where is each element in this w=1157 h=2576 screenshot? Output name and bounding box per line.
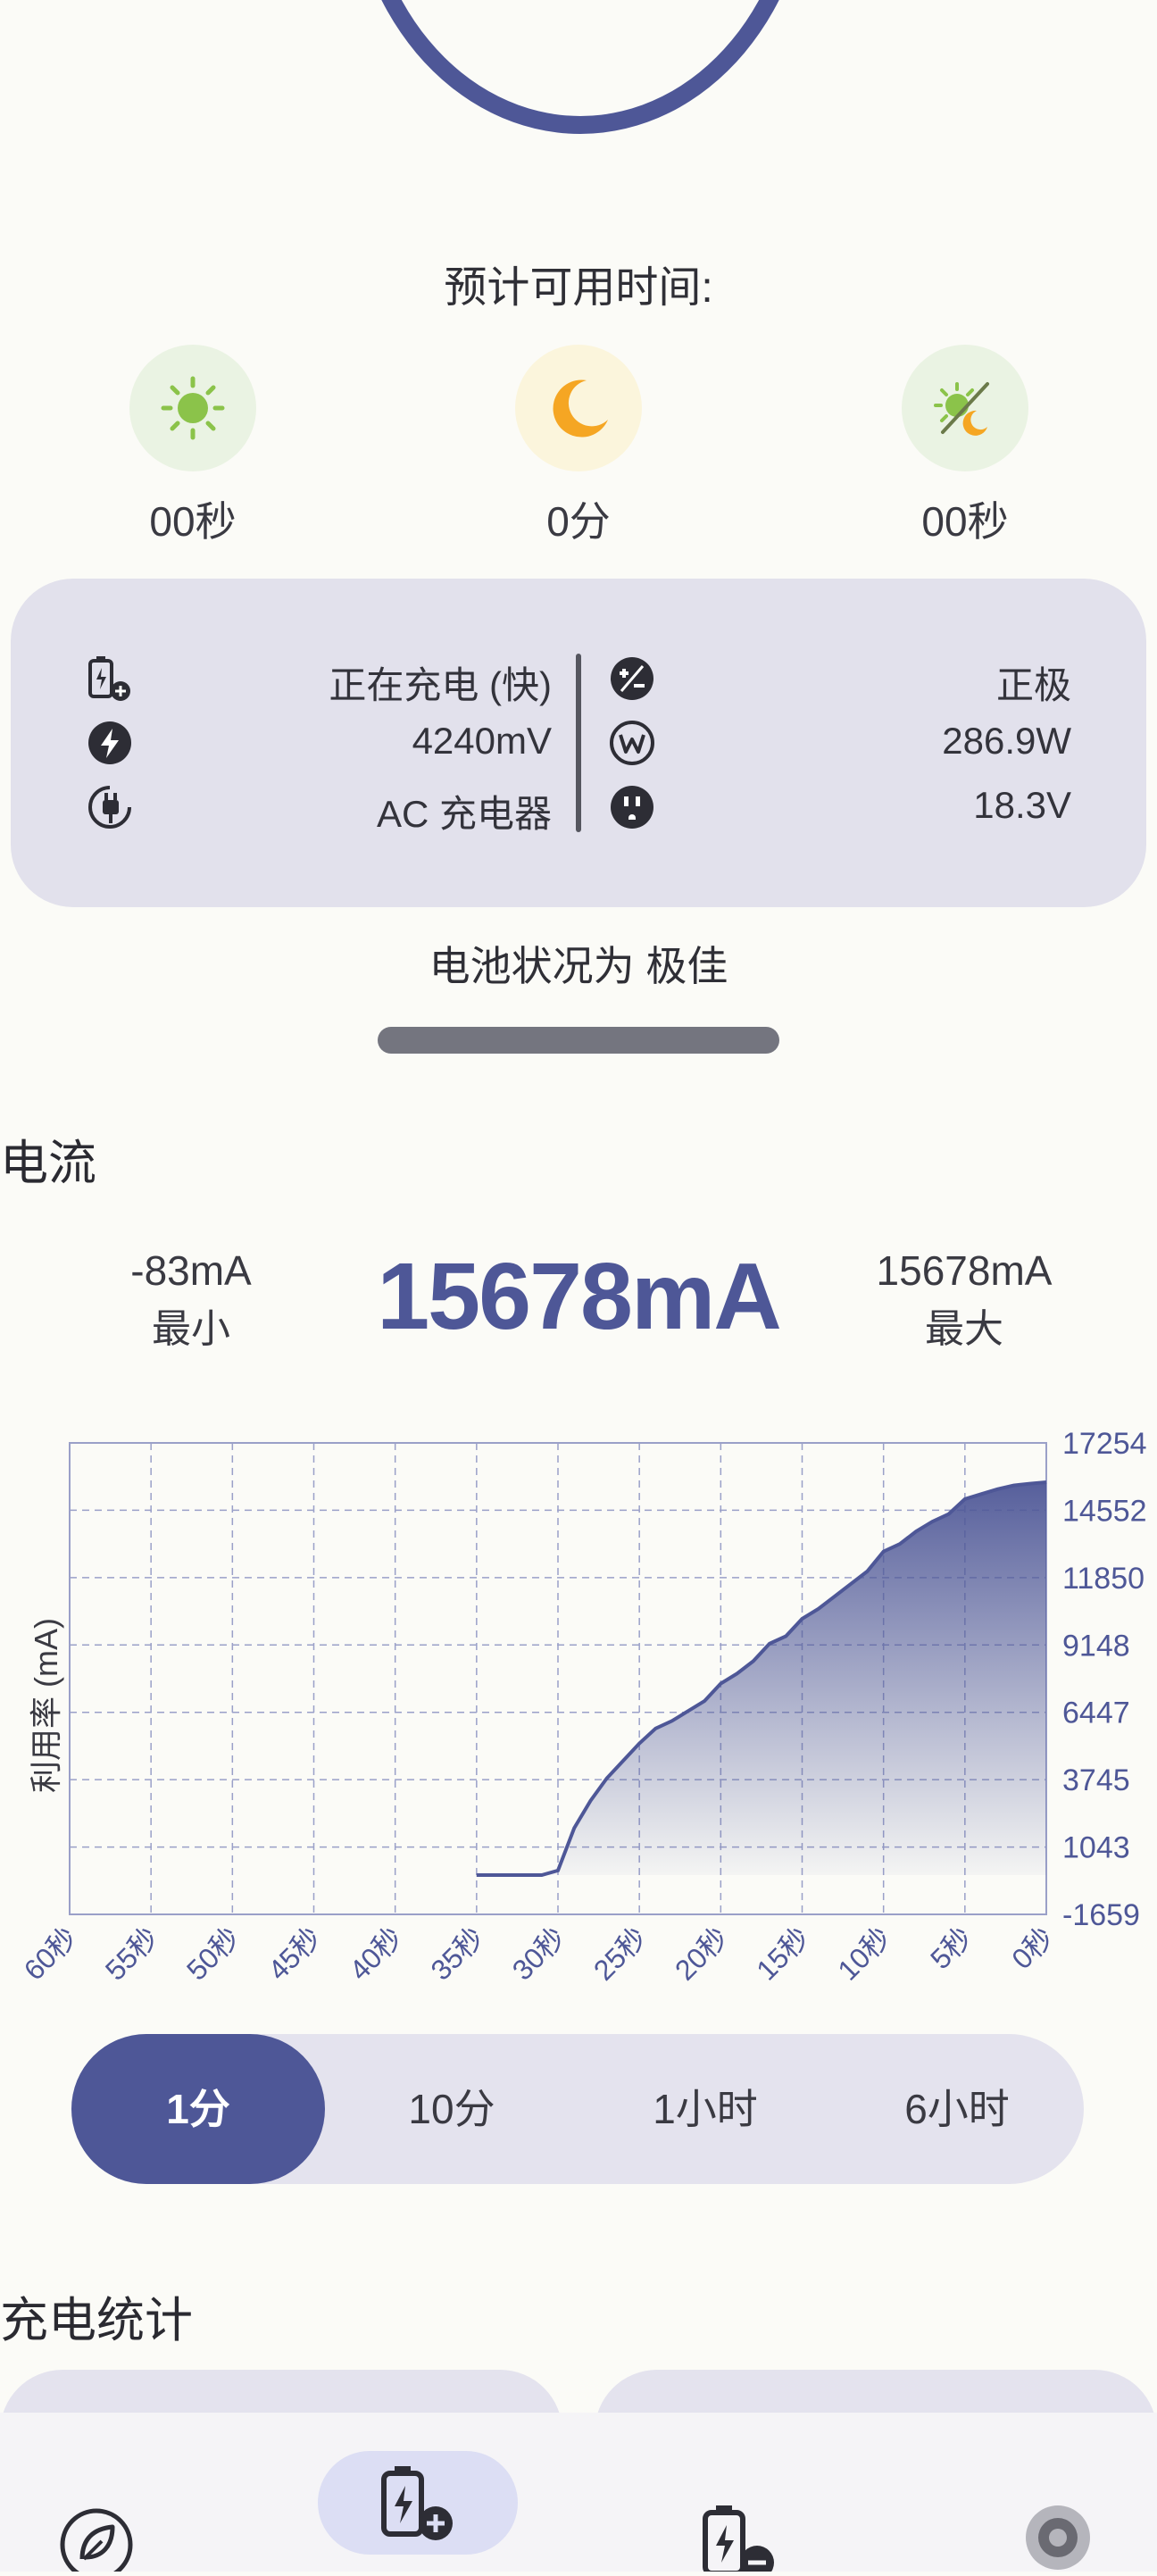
y-tick-label: 1043 [1062,1831,1130,1865]
battery-level-ring [348,0,812,134]
y-tick-label: 9148 [1062,1629,1130,1663]
chart-y-label: 利用率 (mA) [28,1618,64,1793]
sun-icon [129,345,256,471]
charger-voltage: 18.3V [973,784,1071,826]
plug-icon [85,782,135,832]
y-tick-label: -1659 [1062,1898,1140,1932]
battery-health-text: 电池状况为 极佳 [429,943,728,989]
outlet-icon [607,782,657,832]
estimate-title: 预计可用时间: [444,264,713,312]
x-tick-label: 5秒 [924,1921,978,1975]
x-tick-label: 35秒 [425,1921,490,1986]
current-min-value: -83mA [130,1247,252,1294]
x-tick-label: 15秒 [750,1921,815,1986]
y-tick-label: 17254 [1062,1427,1147,1461]
y-tick-label: 11850 [1062,1562,1145,1596]
y-tick-label: 6447 [1062,1696,1130,1730]
x-tick-label: 45秒 [262,1921,327,1986]
range-option-10min[interactable]: 10分 [325,2034,578,2184]
current-max-value: 15678mA [876,1247,1053,1294]
range-option-1min[interactable]: 1分 [71,2034,325,2184]
current-max-label: 最大 [925,1307,1003,1351]
nav-discharging-icon[interactable] [696,2500,782,2576]
x-tick-label: 60秒 [18,1921,83,1986]
nav-eco-icon[interactable] [54,2505,139,2576]
current-section-title: 电流 [0,1137,96,1190]
x-tick-label: 55秒 [99,1921,164,1986]
battery-charging-icon [85,654,135,704]
x-tick-label: 25秒 [587,1921,653,1986]
estimate-night-value: 0分 [546,498,611,545]
nav-settings-icon[interactable] [1018,2500,1098,2572]
moon-icon [515,345,642,471]
current-area [476,1482,1046,1875]
x-tick-label: 10秒 [831,1921,896,1986]
estimate-mixed-value: 00秒 [921,498,1009,545]
x-tick-label: 50秒 [180,1921,246,1986]
bottom-nav [0,2413,1157,2572]
y-tick-label: 14552 [1062,1494,1147,1528]
lightning-icon [85,718,135,768]
charger-type: AC 充电器 [376,793,552,835]
charging-stats-title: 充电统计 [0,2294,193,2347]
estimate-day-value: 00秒 [149,498,237,545]
range-option-1hour[interactable]: 1小时 [578,2034,832,2184]
range-option-6hour[interactable]: 6小时 [830,2034,1084,2184]
x-tick-label: 20秒 [669,1921,734,1986]
info-divider [576,654,581,832]
polarity-value: 正极 [995,664,1071,706]
x-tick-label: 40秒 [343,1921,408,1986]
current-now-value: 15678mA [377,1244,782,1349]
y-tick-label: 3745 [1062,1763,1130,1797]
nav-charging-icon[interactable] [375,2461,461,2547]
current-min-label: 最小 [152,1307,230,1351]
current-chart: 17254 14552 11850 9148 6447 3745 1043 -1659 60秒… [18,1427,1147,1987]
x-tick-label: 30秒 [506,1921,571,1986]
watt-icon [607,718,657,768]
x-tick-label: 0秒 [1005,1921,1060,1975]
power-value: 286.9W [942,720,1071,762]
voltage-mv: 4240mV [412,720,552,762]
polarity-icon [607,654,657,704]
day-night-icon [902,345,1028,471]
drag-handle[interactable] [378,1027,779,1054]
charging-status: 正在充电 (快) [329,664,552,706]
